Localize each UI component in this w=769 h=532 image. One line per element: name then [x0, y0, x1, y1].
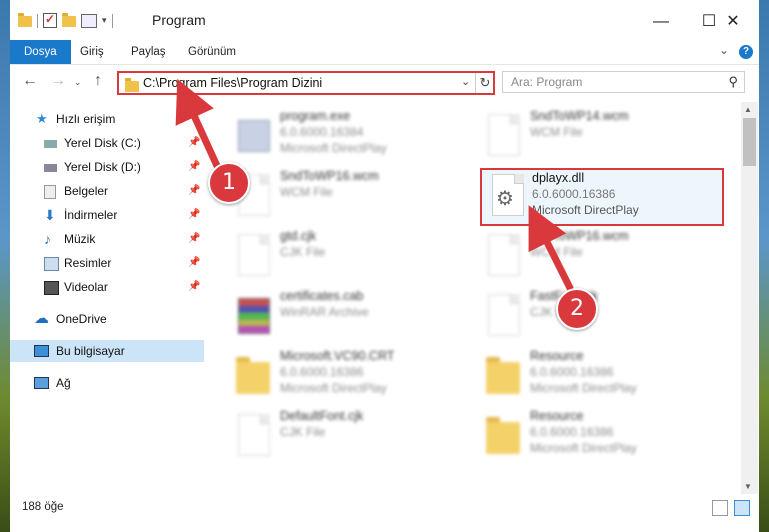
callout-badge-1: 1	[208, 162, 250, 204]
callout-badge-2: 2	[556, 288, 598, 330]
arrow-to-dplayx	[528, 205, 574, 292]
file-explorer-window: ▾ Program — ☐ ✕ Dosya Giriş Paylaş Görün…	[10, 0, 759, 532]
desktop-background-left	[0, 0, 10, 532]
arrow-to-address-bar	[175, 78, 222, 172]
annotation-arrows	[175, 78, 574, 292]
desktop-background-right	[759, 0, 769, 532]
